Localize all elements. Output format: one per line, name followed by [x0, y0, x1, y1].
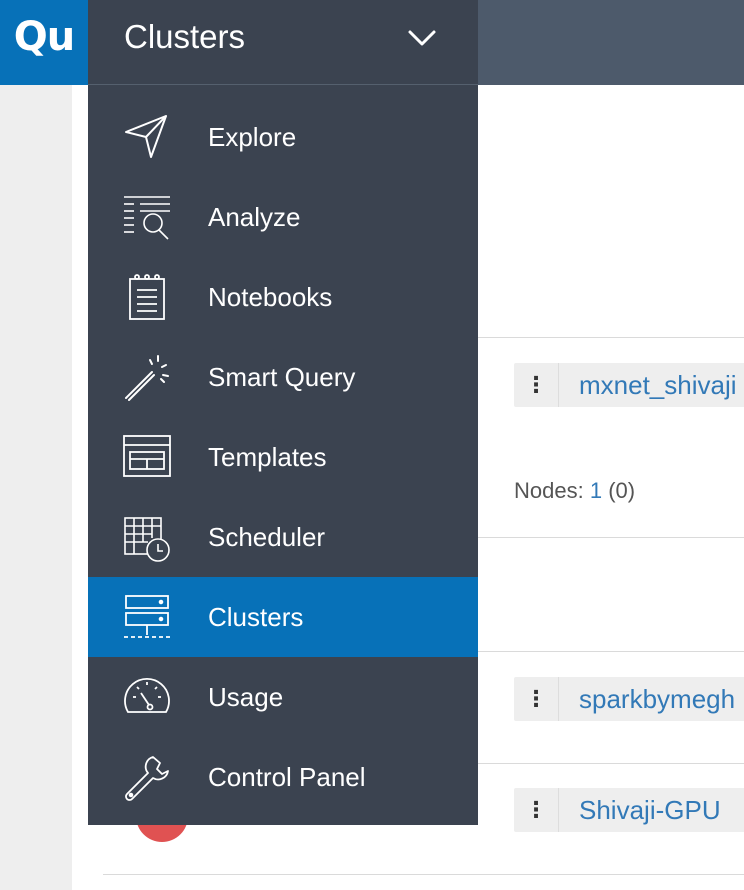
- scheduler-icon: [122, 512, 172, 562]
- nav-item-label: Control Panel: [208, 761, 366, 792]
- paper-plane-icon: [122, 112, 172, 162]
- notebook-icon: [122, 272, 172, 322]
- nav-item-label: Notebooks: [208, 281, 333, 312]
- qubole-logo[interactable]: Qu: [0, 0, 88, 85]
- nodes-info: Nodes: 1 (0): [514, 478, 635, 504]
- cluster-name[interactable]: Shivaji-GPU: [559, 795, 721, 826]
- cluster-name[interactable]: mxnet_shivaji: [559, 370, 737, 401]
- nav-item-usage[interactable]: Usage: [88, 657, 478, 737]
- nav-menu: Explore Analyze Notebooks Smart Query Te…: [88, 85, 478, 825]
- wrench-icon: [122, 752, 172, 802]
- nav-item-control-panel[interactable]: Control Panel: [88, 737, 478, 817]
- analyze-icon: [122, 192, 172, 242]
- kebab-menu-icon[interactable]: ⋮: [514, 788, 559, 832]
- nav-item-label: Templates: [208, 441, 327, 472]
- logo-text: Qu: [13, 14, 75, 60]
- row-divider: [478, 651, 744, 652]
- nav-item-label: Analyze: [208, 201, 301, 232]
- kebab-menu-icon[interactable]: ⋮: [514, 677, 559, 721]
- nodes-label: Nodes:: [514, 478, 584, 503]
- gauge-icon: [122, 672, 172, 722]
- row-divider: [478, 537, 744, 538]
- nav-item-label: Smart Query: [208, 361, 356, 392]
- current-section-title: Clusters: [124, 18, 246, 55]
- magic-wand-icon: [122, 352, 172, 402]
- chevron-down-icon: [408, 30, 436, 46]
- nav-item-label: Usage: [208, 681, 284, 712]
- nav-item-analyze[interactable]: Analyze: [88, 177, 478, 257]
- nav-dropdown-toggle[interactable]: Clusters: [88, 0, 478, 85]
- nav-item-smart-query[interactable]: Smart Query: [88, 337, 478, 417]
- left-gutter: [0, 85, 72, 890]
- nav-item-notebooks[interactable]: Notebooks: [88, 257, 478, 337]
- cluster-row[interactable]: ⋮ Shivaji-GPU: [514, 788, 744, 832]
- row-divider: [103, 874, 744, 875]
- nav-item-templates[interactable]: Templates: [88, 417, 478, 497]
- nav-item-label: Scheduler: [208, 521, 326, 552]
- row-divider: [478, 337, 744, 338]
- nav-item-clusters[interactable]: Clusters: [88, 577, 478, 657]
- nav-item-explore[interactable]: Explore: [88, 97, 478, 177]
- kebab-menu-icon[interactable]: ⋮: [514, 363, 559, 407]
- nav-item-label: Clusters: [208, 601, 304, 632]
- row-divider: [478, 763, 744, 764]
- cluster-name[interactable]: sparkbymegh: [559, 684, 735, 715]
- nodes-count-link[interactable]: 1: [590, 478, 602, 503]
- cluster-row[interactable]: ⋮ mxnet_shivaji: [514, 363, 744, 407]
- nodes-extra: (0): [608, 478, 636, 503]
- templates-icon: [122, 432, 172, 482]
- cluster-row[interactable]: ⋮ sparkbymegh: [514, 677, 744, 721]
- clusters-icon: [122, 592, 172, 642]
- nav-item-label: Explore: [208, 121, 297, 152]
- nav-item-scheduler[interactable]: Scheduler: [88, 497, 478, 577]
